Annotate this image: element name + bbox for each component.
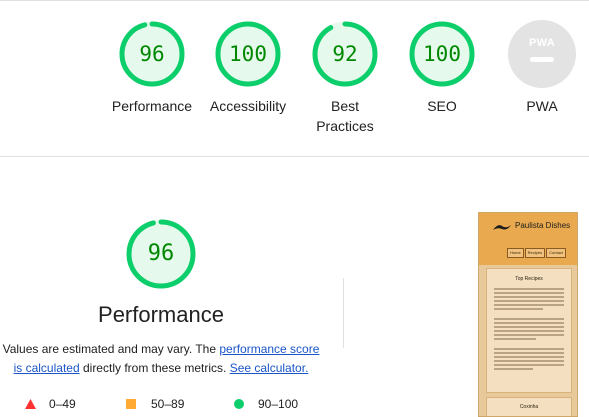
gauge-ring-best-practices: 92 [311, 20, 379, 88]
thumbnail-nav-contact: Contact [546, 248, 566, 258]
thumbnail-card: Top Recipes [486, 268, 572, 393]
see-calculator-link[interactable]: See calculator. [230, 361, 309, 375]
gauge-label-performance: Performance [102, 96, 202, 116]
red-triangle-icon [25, 399, 36, 409]
pwa-badge-text: PWA [529, 37, 555, 49]
section-divider [0, 156, 589, 157]
thumbnail-card-title: Top Recipes [515, 276, 543, 282]
thumbnail-nav-recipes: Recipes [524, 248, 546, 258]
performance-main-gauge: 96 [125, 218, 197, 290]
thumbnail-card2-title: Coxinha [519, 404, 539, 410]
thumbnail-card-2: Coxinha [486, 397, 572, 416]
desc-middle: directly from these metrics. [79, 361, 230, 375]
gauge-ring-performance: 96 [118, 20, 186, 88]
vertical-separator [343, 278, 344, 348]
gauge-accessibility[interactable]: 100 Accessibility [198, 20, 298, 116]
gauge-label-line: SEO [427, 98, 457, 114]
gauge-ring-seo: 100 [408, 20, 476, 88]
gauge-score-best-practices: 92 [332, 42, 358, 66]
thumbnail-text-lines [494, 288, 564, 370]
performance-main-score: 96 [147, 241, 175, 266]
gauge-seo[interactable]: 100 SEO [392, 20, 492, 116]
pwa-gauge[interactable]: PWA PWA [508, 20, 576, 116]
desc-prefix: Values are estimated and may vary. The [2, 342, 220, 356]
legend-average-range: 50–89 [151, 397, 185, 411]
orange-square-icon [126, 399, 136, 409]
gauge-label-line: Accessibility [209, 98, 287, 114]
legend-fail-range: 0–49 [49, 397, 76, 411]
gauge-score-seo: 100 [423, 42, 461, 66]
gauge-label-accessibility: Accessibility [198, 96, 298, 116]
final-screenshot-thumbnail[interactable]: Paulista Dishes Home Recipes Contact Top R… [478, 212, 578, 417]
gauge-ring-accessibility: 100 [214, 20, 282, 88]
thumbnail-nav: Home Recipes Contact [507, 241, 567, 258]
gauge-label-line: Best [330, 98, 359, 114]
gauge-performance[interactable]: 96 Performance [102, 20, 202, 116]
thumbnail-header: Paulista Dishes Home Recipes Contact [479, 213, 577, 265]
performance-description: Values are estimated and may vary. The p… [0, 340, 322, 378]
pwa-badge-icon: PWA [508, 20, 576, 88]
performance-title: Performance [98, 302, 224, 327]
thumbnail-nav-home: Home [507, 248, 524, 258]
gauge-label-best-practices: Best Practices [295, 96, 395, 136]
dish-logo-icon [493, 225, 511, 230]
pwa-dash-icon [530, 57, 554, 62]
score-legend: 0–49 50–89 90–100 [0, 396, 330, 414]
gauge-label-seo: SEO [392, 96, 492, 116]
top-border [0, 0, 589, 1]
pwa-label: PWA [526, 98, 558, 114]
gauge-label-line: Performance [111, 98, 193, 114]
gauge-best-practices[interactable]: 92 Best Practices [295, 20, 395, 136]
gauge-score-performance: 96 [139, 42, 165, 66]
gauge-label-line: Practices [316, 118, 374, 134]
thumbnail-site-title: Paulista Dishes [515, 221, 571, 230]
green-circle-icon [234, 399, 244, 409]
legend-pass-range: 90–100 [258, 397, 299, 411]
gauge-score-accessibility: 100 [229, 42, 267, 66]
